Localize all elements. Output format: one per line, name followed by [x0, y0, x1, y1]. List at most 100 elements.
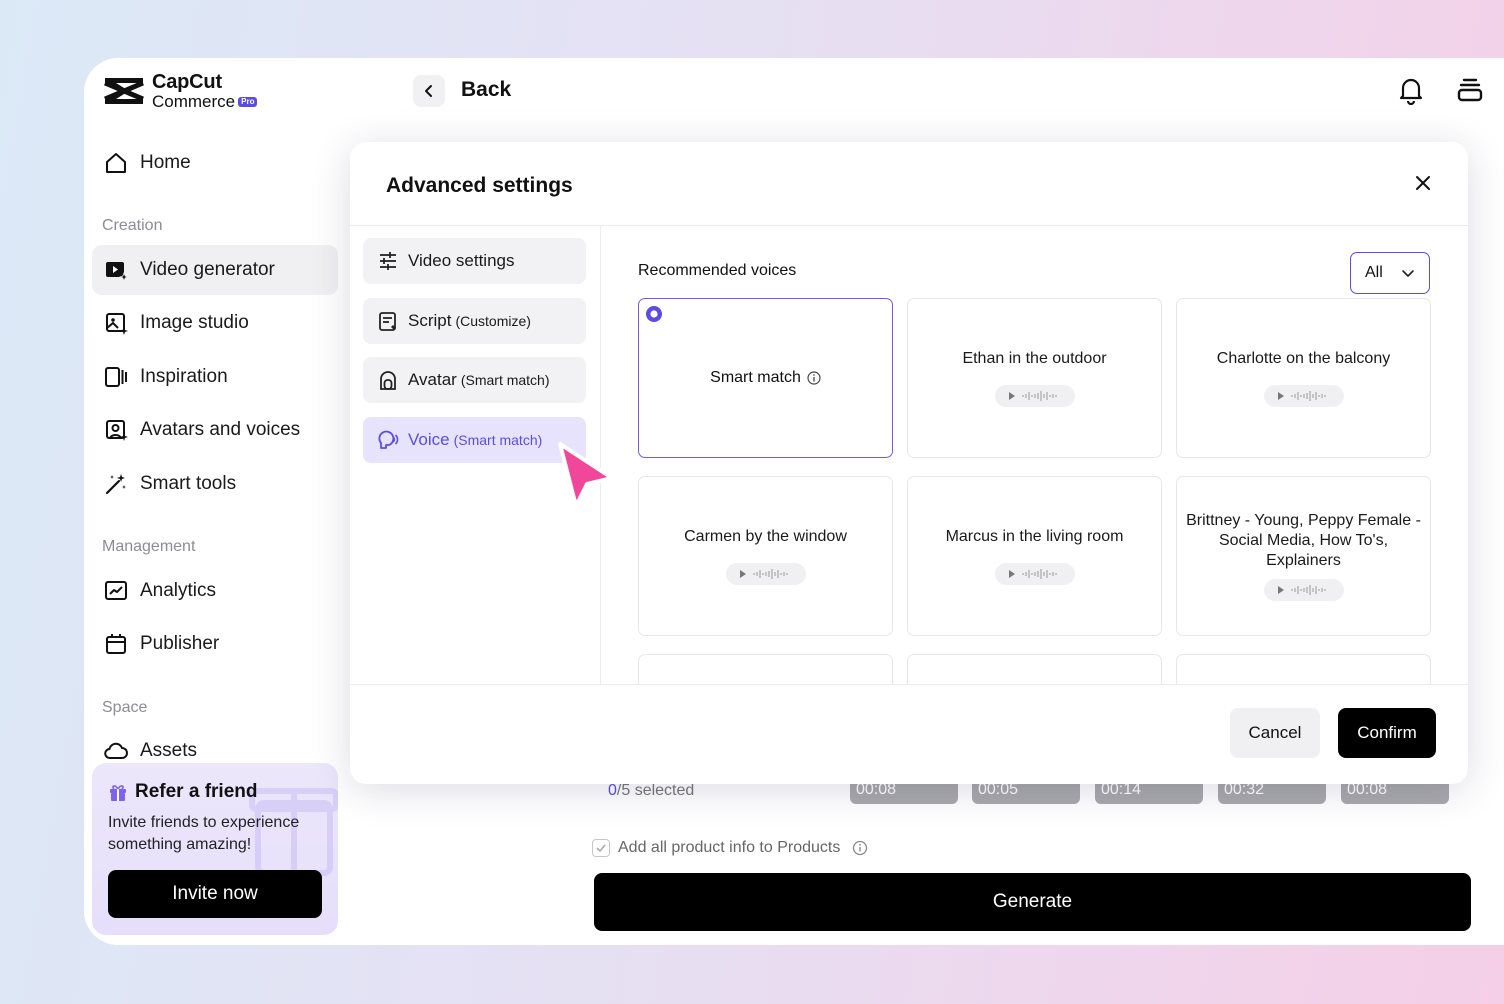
play-waveform-icon — [1277, 391, 1325, 401]
voice-name: Carmen by the window — [684, 528, 847, 545]
cancel-button[interactable]: Cancel — [1230, 708, 1320, 758]
refer-title: Refer a friend — [135, 781, 258, 802]
menu-item-label: Script — [408, 311, 452, 330]
sidebar-item-label: Analytics — [140, 580, 217, 601]
menu-item-label: Avatar — [408, 370, 457, 389]
voice-card[interactable] — [907, 654, 1162, 684]
sidebar-item-label: Image studio — [140, 312, 249, 333]
sidebar-item-label: Publisher — [140, 633, 220, 654]
advanced-settings-modal: Advanced settings Video settings Script … — [350, 142, 1468, 784]
radio-selected-icon — [646, 306, 662, 322]
chevron-left-icon — [425, 85, 432, 97]
voice-filter-value: All — [1365, 264, 1383, 281]
add-product-info-label: Add all product info to Products — [618, 839, 841, 856]
calendar-icon — [106, 634, 126, 654]
play-waveform-icon — [1008, 569, 1056, 579]
voice-name: Charlotte on the balcony — [1216, 350, 1391, 367]
sidebar-item-image-studio[interactable]: Image studio — [92, 298, 338, 348]
play-waveform-icon — [1008, 391, 1056, 401]
voice-card-smart-match[interactable]: Smart match — [638, 298, 893, 458]
menu-item-label: Voice — [408, 430, 450, 449]
brand-name: CapCut — [152, 71, 222, 93]
brand-subname: Commerce — [152, 92, 236, 111]
voice-card[interactable] — [638, 654, 893, 684]
refer-a-friend-card: Refer a friend Invite friends to experie… — [92, 763, 338, 935]
section-label-management: Management — [102, 538, 196, 555]
voice-preview-button[interactable] — [994, 385, 1075, 407]
sidebar-item-label: Video generator — [140, 259, 275, 280]
inspiration-icon — [105, 367, 127, 387]
voice-name: Ethan in the outdoor — [962, 350, 1107, 367]
modal-footer-divider — [350, 684, 1468, 685]
info-icon[interactable] — [852, 840, 868, 856]
back-label[interactable]: Back — [461, 78, 511, 102]
sidebar-item-video-generator[interactable]: Video generator — [92, 245, 338, 295]
voice-preview-button[interactable] — [725, 563, 806, 585]
voice-icon — [378, 430, 399, 449]
gift-icon — [110, 785, 126, 801]
layers-icon[interactable] — [1456, 76, 1484, 104]
menu-item-sublabel: (Customize) — [455, 313, 531, 329]
generate-button[interactable]: Generate — [594, 873, 1471, 931]
voice-card[interactable]: Charlotte on the balcony — [1176, 298, 1431, 458]
bell-icon[interactable] — [1396, 75, 1426, 105]
voice-preview-button[interactable] — [1263, 579, 1344, 601]
sidebar-item-publisher[interactable]: Publisher — [92, 619, 338, 669]
video-generator-icon — [106, 262, 128, 282]
voice-card[interactable]: Carmen by the window — [638, 476, 893, 636]
sidebar-item-avatars-and-voices[interactable]: Avatars and voices — [92, 405, 338, 455]
voices-grid: Smart match Ethan in the outdoor Charlot… — [638, 298, 1431, 684]
invite-now-button[interactable]: Invite now — [108, 870, 322, 918]
play-waveform-icon — [1277, 585, 1325, 595]
sidebar-item-analytics[interactable]: Analytics — [92, 566, 338, 616]
voice-card[interactable] — [1176, 654, 1431, 684]
pointer-cursor-icon — [558, 442, 614, 508]
sidebar-item-label: Home — [140, 152, 191, 173]
sidebar-item-smart-tools[interactable]: Smart tools — [92, 459, 338, 509]
avatar-icon — [380, 371, 396, 390]
pro-badge: Pro — [238, 96, 258, 107]
menu-item-voice[interactable]: Voice (Smart match) — [363, 417, 586, 463]
add-product-info-checkbox[interactable] — [592, 839, 610, 857]
confirm-button[interactable]: Confirm — [1338, 708, 1436, 758]
selected-count-text: /5 selected — [616, 782, 695, 799]
analytics-icon — [105, 581, 127, 600]
menu-item-label: Video settings — [408, 251, 515, 270]
selected-count-number: 0 — [608, 782, 617, 799]
capcut-logo-icon — [104, 78, 144, 104]
sidebar-item-home[interactable]: Home — [92, 138, 338, 188]
modal-divider — [350, 225, 1468, 226]
voice-name: Marcus in the living room — [945, 528, 1124, 545]
capcut-commerce-logo[interactable]: CapCut Commerce Pro — [102, 71, 258, 111]
add-product-info-row[interactable]: Add all product info to Products — [592, 839, 868, 857]
recommended-voices-title: Recommended voices — [638, 262, 797, 279]
voice-card[interactable]: Marcus in the living room — [907, 476, 1162, 636]
back-button[interactable] — [413, 75, 445, 107]
voice-name: Smart match — [710, 369, 801, 386]
close-icon[interactable] — [1412, 172, 1434, 194]
info-icon[interactable] — [807, 371, 821, 385]
sliders-icon — [380, 252, 396, 270]
menu-item-script[interactable]: Script (Customize) — [363, 298, 586, 344]
sidebar-item-label: Avatars and voices — [140, 419, 301, 440]
image-studio-icon — [106, 313, 128, 335]
sidebar-item-label: Inspiration — [140, 366, 228, 387]
menu-item-sublabel: (Smart match) — [460, 372, 550, 388]
section-label-creation: Creation — [102, 217, 163, 234]
magic-wand-icon — [105, 474, 126, 495]
voice-filter-dropdown[interactable]: All — [1350, 252, 1430, 294]
voice-card[interactable]: Brittney - Young, Peppy Female - Social … — [1176, 476, 1431, 636]
voice-preview-button[interactable] — [994, 563, 1075, 585]
checkmark-icon — [596, 844, 606, 853]
selected-count: 0/5 selected — [608, 782, 694, 800]
voice-preview-button[interactable] — [1263, 385, 1344, 407]
menu-item-video-settings[interactable]: Video settings — [363, 238, 586, 284]
chevron-down-icon — [1402, 270, 1414, 278]
refer-description: Invite friends to experience something a… — [108, 814, 300, 853]
home-icon — [106, 153, 126, 173]
voice-name: Brittney - Young, Peppy Female - Social … — [1186, 512, 1421, 569]
script-icon — [379, 312, 396, 331]
sidebar-item-inspiration[interactable]: Inspiration — [92, 352, 338, 402]
menu-item-avatar[interactable]: Avatar (Smart match) — [363, 357, 586, 403]
voice-card[interactable]: Ethan in the outdoor — [907, 298, 1162, 458]
